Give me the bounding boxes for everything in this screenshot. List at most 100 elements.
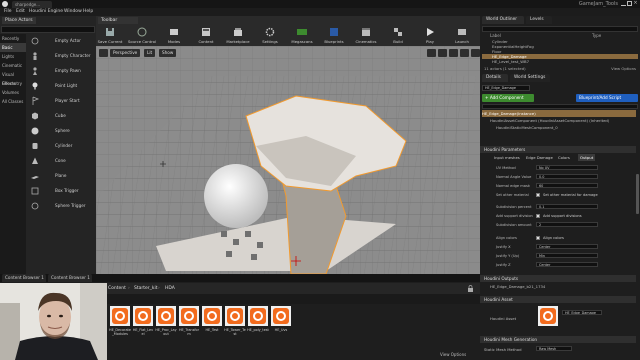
content-browser-tab-1[interactable]: Content Browser 1 [2,274,46,282]
houdini-asset-dropdown[interactable]: HE_Edge_Damage [562,310,602,315]
cb-view-options[interactable]: View Options [440,352,466,357]
asset-tile[interactable]: HE_Transform [179,306,199,344]
asset-tile[interactable]: HE_poly_test [247,306,269,344]
category-geometry[interactable]: Geometry [0,79,26,88]
marketplace-button[interactable]: Marketplace [224,25,252,46]
show-button[interactable]: Show [159,49,177,57]
lit-button[interactable]: Lit [144,49,156,57]
outliner-row[interactable]: HE_Level_test_WB7 [482,59,638,64]
content-button[interactable]: Content [192,25,220,46]
megascans-button[interactable]: Megascans [288,25,316,46]
asset-tile[interactable]: HE_Proc_Layout [155,306,177,344]
path-starter-kit[interactable]: Starter_kit [134,283,157,294]
lock-icon[interactable] [467,285,474,292]
world-outliner-tab[interactable]: World Outliner [482,16,524,24]
level-viewport[interactable]: Perspective Lit Show [96,46,480,274]
levels-tab[interactable]: Levels [526,16,552,24]
param-value-field[interactable]: 60 [536,183,598,188]
static-mesh-method-dropdown[interactable]: Raw Mesh [536,346,572,351]
menu-file[interactable]: File [4,8,12,16]
details-scrollbar[interactable] [636,174,639,214]
place-item-cylinder[interactable]: Cylinder [28,139,94,153]
param-value-field[interactable]: 0.1 [536,204,598,209]
path-content[interactable]: Content [108,283,126,294]
rotate-icon[interactable] [438,49,447,57]
menu-edit[interactable]: Edit [16,8,25,16]
param-value-field[interactable]: Min [536,253,598,258]
place-item-cone[interactable]: Cone [28,154,94,168]
param-value-field[interactable]: Center [536,262,598,267]
content-browser-tab-2[interactable]: Content Browser 1 [48,274,92,282]
place-item-point-light[interactable]: Point Light [28,79,94,93]
component-static-mesh[interactable]: HoudiniStaticMeshComponent_0 [482,124,632,131]
place-item-box-trigger[interactable]: Box Trigger [28,184,94,198]
category-cinematic[interactable]: Cinematic [0,61,26,70]
place-item-sphere-trigger[interactable]: Sphere Trigger [28,199,94,213]
cinematics-button[interactable]: Cinematics [352,25,380,46]
houdini-mesh-generation-section[interactable]: Houdini Mesh Generation [480,336,636,343]
maximize-icon[interactable] [627,1,632,6]
viewport-menu-button[interactable] [99,49,108,57]
place-item-empty-character[interactable]: Empty Character [28,49,94,63]
param-value-field[interactable]: 2 [536,222,598,227]
settings-button[interactable]: Settings [256,25,284,46]
houdini-asset-section[interactable]: Houdini Asset [480,296,636,303]
houdini-asset-thumbnail[interactable] [538,306,558,326]
scale-icon[interactable] [449,49,458,57]
place-item-empty-actor[interactable]: Empty Actor [28,34,94,48]
launch-button[interactable]: Launch [448,25,476,46]
place-item-player-start[interactable]: Player Start [28,94,94,108]
param-value-field[interactable]: Center [536,244,598,249]
translate-icon[interactable] [427,49,436,57]
tab-edge-damage[interactable]: Edge Damage [526,154,553,161]
param-checkbox[interactable] [536,214,540,218]
place-item-sphere[interactable]: Sphere [28,124,94,138]
outliner-search-input[interactable] [482,26,638,32]
category-all-classes[interactable]: All Classes [0,97,26,106]
close-icon[interactable]: × [633,1,638,6]
place-item-plane[interactable]: Plane [28,169,94,183]
component-root[interactable]: HE_Edge_Damage(Instance) [482,110,636,117]
play-button[interactable]: Play [416,25,444,46]
world-settings-tab[interactable]: World Settings [510,74,550,82]
path-hda[interactable]: HDA [165,283,175,294]
minimize-icon[interactable] [621,1,626,6]
actor-name-field[interactable]: HE_Edge_Damage [482,85,530,91]
col-type-header[interactable]: Type [592,33,601,38]
snap-icon[interactable] [460,49,469,57]
houdini-parameters-section[interactable]: Houdini Parameters [480,146,636,153]
build-button[interactable]: Build [384,25,412,46]
category-basic[interactable]: Basic [0,43,26,52]
place-actors-tab[interactable]: Place Actors [2,17,36,24]
toolbar-tab[interactable]: Toolbar [98,17,138,24]
component-houdini-asset[interactable]: HoudiniAssetComponent (HoudiniAssetCompo… [482,117,632,124]
asset-tile[interactable]: HE_Test [202,306,222,344]
asset-tile[interactable]: HE_Decorate_Modules [109,306,131,344]
asset-tile[interactable]: HE_Flat_Level [133,306,153,344]
maximize-viewport-icon[interactable] [471,49,480,57]
menu-houdini-engine[interactable]: Houdini Engine [29,8,63,16]
modes-button[interactable]: Modes [160,25,188,46]
param-checkbox[interactable] [536,193,540,197]
col-label-header[interactable]: Label [490,33,501,38]
component-search-input[interactable] [482,104,638,109]
houdini-outputs-section[interactable]: Houdini Outputs [480,275,636,282]
perspective-button[interactable]: Perspective [110,49,141,57]
menu-help[interactable]: Help [83,8,93,16]
tab-colors[interactable]: Colors [558,154,570,161]
tab-input-meshes[interactable]: Input meshes [494,154,520,161]
category-recently-placed[interactable]: Recently Placed [0,34,26,50]
param-value-field[interactable]: No UV [536,165,598,170]
param-checkbox[interactable] [536,236,540,240]
asset-tile[interactable]: HE_Uvs [271,306,291,344]
menu-window[interactable]: Window [64,8,82,16]
category-volumes[interactable]: Volumes [0,88,26,97]
details-tab[interactable]: Details [482,74,508,82]
param-value-field[interactable]: 0.0 [536,174,598,179]
add-component-button[interactable]: + Add Component [482,94,534,102]
category-visual-effects[interactable]: Visual Effects [0,70,26,86]
place-item-empty-pawn[interactable]: Empty Pawn [28,64,94,78]
category-lights[interactable]: Lights [0,52,26,61]
source-control-button[interactable]: Source Control [128,25,156,46]
blueprint-add-script-button[interactable]: Blueprint/Add Script [576,94,638,102]
